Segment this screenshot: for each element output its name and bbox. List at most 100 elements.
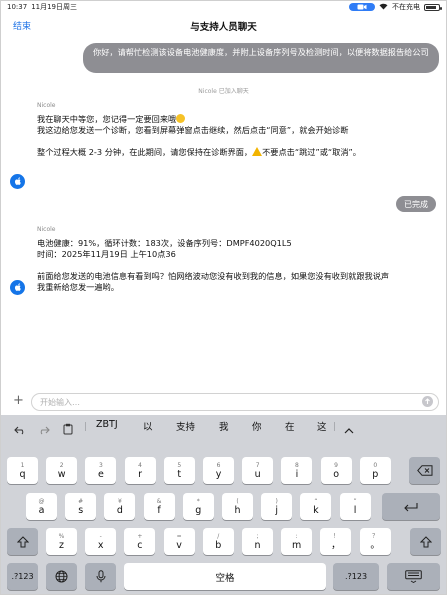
shift-key[interactable] xyxy=(7,528,38,555)
chat-header: 结束 与支持人员聊天 xyxy=(1,13,446,39)
key-secondary-label: 2 xyxy=(59,461,64,469)
suggestion-item[interactable]: 你 xyxy=(252,419,262,433)
key-j[interactable]: ) j xyxy=(261,493,293,520)
key-primary-label: s xyxy=(78,504,84,516)
key-e[interactable]: 3e xyxy=(85,457,117,484)
key-primary-label: h xyxy=(234,504,241,516)
user-message-bubble: 你好，请帮忙检测该设备电池健康度，并附上设备序列号及检测时间，以便将数据报告给公… xyxy=(83,43,439,73)
key-，[interactable]: ！， xyxy=(320,528,352,555)
screen-record-icon xyxy=(349,3,375,11)
agent-message-line: 我在聊天中等您，您记得一定要回来哦 xyxy=(37,114,397,125)
key-primary-label: ， xyxy=(331,539,341,551)
key-primary-label: i xyxy=(295,468,299,480)
key-secondary-label: 4 xyxy=(138,461,142,469)
chat-transcript[interactable]: 你好，请帮忙检测该设备电池健康度，并附上设备序列号及检测时间，以便将数据报告给公… xyxy=(1,39,446,389)
key-primary-label: c xyxy=(137,539,143,551)
return-key[interactable] xyxy=(382,493,440,520)
add-attachment-button[interactable]: + xyxy=(13,394,24,408)
key-primary-label: v xyxy=(176,539,182,551)
status-bar: 10:37 11月19日周三 不在充电 xyxy=(1,1,446,13)
page-title: 与支持人员聊天 xyxy=(190,22,257,33)
key-n[interactable]: ; n xyxy=(242,528,273,555)
key-secondary-label: 1 xyxy=(20,461,25,469)
suggestion-item[interactable]: 以 xyxy=(143,419,153,433)
key-secondary-label: 3 xyxy=(98,461,103,469)
suggestion-item[interactable]: ZBTJ xyxy=(96,419,118,430)
key-m[interactable]: :m xyxy=(281,528,313,555)
shift-key-right[interactable] xyxy=(410,528,441,555)
key-q[interactable]: 1q xyxy=(7,457,38,484)
undo-icon[interactable] xyxy=(14,420,26,439)
key-primary-label: o xyxy=(333,468,339,480)
key-secondary-label: ” xyxy=(353,497,357,505)
paste-icon[interactable] xyxy=(63,420,74,439)
suggestion-item[interactable]: 支持 xyxy=(176,419,195,433)
key-l[interactable]: ” l xyxy=(339,493,371,520)
key-primary-label: e xyxy=(97,468,104,480)
key-secondary-label: + xyxy=(137,532,143,540)
space-key[interactable]: 空格 xyxy=(124,563,326,590)
agent-message-line: 时间：2025年11月19日 上午10点36 xyxy=(37,249,176,259)
key-secondary-label: @ xyxy=(38,497,45,505)
key-r[interactable]: 4r xyxy=(124,457,156,484)
key-primary-label: y xyxy=(215,468,222,480)
key-。[interactable]: ？。 xyxy=(359,528,391,555)
key-c[interactable]: + c xyxy=(124,528,156,555)
numbers-key[interactable]: .?123 xyxy=(7,563,38,590)
key-secondary-label: - xyxy=(99,532,102,540)
key-u[interactable]: 7u xyxy=(242,457,274,484)
key-p[interactable]: 0p xyxy=(359,457,391,484)
ipad-screen: 10:37 11月19日周三 不在充电 结束 与支持人员聊天 你好，请帮忙检测该… xyxy=(0,0,447,595)
key-t[interactable]: 5t xyxy=(163,457,195,484)
delete-key[interactable] xyxy=(409,457,440,484)
key-w[interactable]: 2w xyxy=(46,457,78,484)
key-secondary-label: 5 xyxy=(177,461,182,469)
key-b[interactable]: / b xyxy=(202,528,234,555)
key-primary-label: p xyxy=(372,468,379,480)
suggestion-item[interactable]: 我 xyxy=(219,419,229,433)
key-primary-label: w xyxy=(57,468,66,480)
numbers-key-right[interactable]: .?123 xyxy=(333,563,379,590)
divider xyxy=(85,422,86,431)
key-a[interactable]: @ a xyxy=(26,493,57,520)
smiley-emoji-icon xyxy=(176,114,186,123)
key-d[interactable]: ¥ d xyxy=(104,493,136,520)
chevron-up-icon[interactable] xyxy=(344,420,354,439)
key-secondary-label: : xyxy=(295,532,298,540)
key-primary-label: g xyxy=(195,504,202,516)
send-button[interactable] xyxy=(422,396,433,407)
key-primary-label: x xyxy=(97,539,104,551)
key-primary-label: u xyxy=(254,468,261,480)
key-primary-label: k xyxy=(313,504,319,516)
key-secondary-label: 7 xyxy=(255,461,260,469)
end-chat-button[interactable]: 结束 xyxy=(13,19,31,32)
key-secondary-label: * xyxy=(196,497,200,505)
key-h[interactable]: (h xyxy=(222,493,253,520)
key-y[interactable]: 6y xyxy=(203,457,234,484)
suggestion-item[interactable]: 在 xyxy=(285,419,295,433)
key-z[interactable]: % z xyxy=(46,528,77,555)
message-input[interactable]: 开始输入… xyxy=(31,393,439,411)
globe-key[interactable] xyxy=(46,563,77,590)
dictation-key[interactable] xyxy=(85,563,116,590)
hide-keyboard-key[interactable] xyxy=(387,563,440,590)
warning-icon xyxy=(252,147,263,156)
status-date: 11月19日周三 xyxy=(31,3,78,11)
status-right: 不在充电 xyxy=(349,2,442,12)
key-x[interactable]: -x xyxy=(85,528,117,555)
suggestion-item[interactable]: 这 xyxy=(317,419,327,433)
key-o[interactable]: 9o xyxy=(320,457,352,484)
key-primary-label: l xyxy=(353,504,357,516)
key-secondary-label: 6 xyxy=(216,461,221,469)
key-k[interactable]: “k xyxy=(300,493,332,520)
key-v[interactable]: = v xyxy=(163,528,195,555)
key-g[interactable]: * g xyxy=(182,493,214,520)
key-primary-label: b xyxy=(215,539,222,551)
key-secondary-label: & xyxy=(156,497,162,505)
key-primary-label: a xyxy=(38,504,45,516)
apple-avatar-icon xyxy=(10,174,25,189)
redo-icon[interactable] xyxy=(38,420,50,439)
key-i[interactable]: 8i xyxy=(281,457,313,484)
key-f[interactable]: & f xyxy=(143,493,175,520)
key-s[interactable]: # s xyxy=(65,493,97,520)
